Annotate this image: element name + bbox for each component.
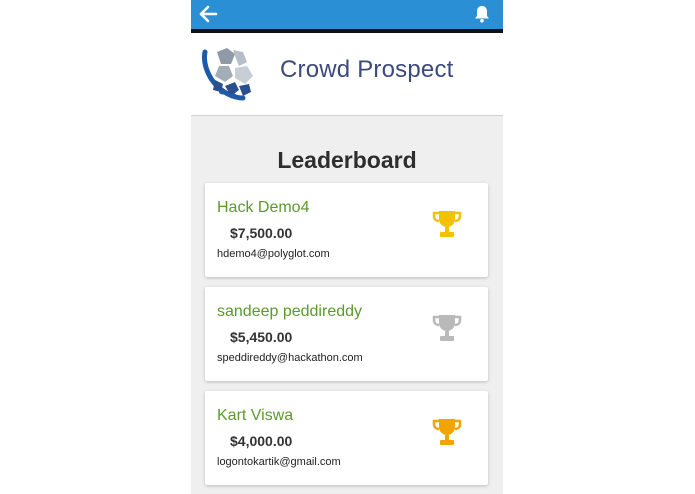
trophy-icon bbox=[432, 315, 462, 341]
app-title: Crowd Prospect bbox=[280, 56, 454, 83]
app-screen: Crowd Prospect Leaderboard Hack Demo4 $7… bbox=[191, 0, 503, 494]
leaderboard-card[interactable]: Kart Viswa $4,000.00 logontokartik@gmail… bbox=[205, 391, 488, 485]
leader-email: logontokartik@gmail.com bbox=[217, 456, 341, 468]
app-bar bbox=[191, 0, 503, 33]
trophy-icon bbox=[432, 419, 462, 445]
notifications-button[interactable] bbox=[471, 3, 493, 25]
leader-email: speddireddy@hackathon.com bbox=[217, 352, 363, 364]
crowd-prospect-logo bbox=[202, 48, 253, 101]
leader-name: sandeep peddireddy bbox=[217, 303, 363, 320]
leader-amount: $7,500.00 bbox=[230, 225, 293, 241]
leader-email: hdemo4@polyglot.com bbox=[217, 248, 330, 260]
leaderboard-card[interactable]: Hack Demo4 $7,500.00 hdemo4@polyglot.com bbox=[205, 183, 488, 277]
trophy-icon bbox=[432, 211, 462, 237]
page-title: Leaderboard bbox=[277, 147, 417, 173]
back-button[interactable] bbox=[197, 3, 221, 25]
bell-icon bbox=[475, 6, 489, 23]
leader-name: Kart Viswa bbox=[217, 407, 294, 424]
leader-amount: $4,000.00 bbox=[230, 433, 293, 449]
brand-header: Crowd Prospect bbox=[191, 33, 503, 116]
leader-name: Hack Demo4 bbox=[217, 199, 310, 216]
leader-amount: $5,450.00 bbox=[230, 329, 293, 345]
arrow-left-icon bbox=[199, 5, 218, 23]
leaderboard-card[interactable]: sandeep peddireddy $5,450.00 speddireddy… bbox=[205, 287, 488, 381]
